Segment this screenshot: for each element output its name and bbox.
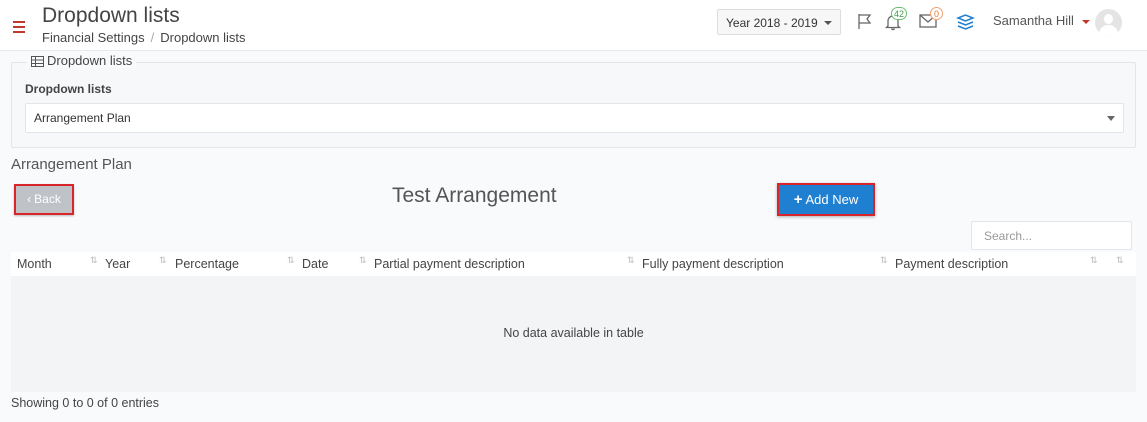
section-title: Arrangement Plan — [11, 156, 132, 173]
column-header-month[interactable]: Month — [17, 257, 52, 271]
dropdown-field-label: Dropdown lists — [25, 82, 112, 96]
dropdown-list-select[interactable]: Arrangement Plan — [25, 103, 1124, 133]
search-input[interactable] — [971, 221, 1132, 250]
sort-icon[interactable]: ⇅ — [159, 255, 166, 266]
arrangement-title: Test Arrangement — [392, 184, 557, 207]
dropdown-list-select-value: Arrangement Plan — [34, 111, 131, 125]
notifications-badge: 42 — [891, 7, 908, 20]
column-header-payment-description[interactable]: Payment description — [895, 257, 1008, 271]
sort-icon[interactable]: ⇅ — [880, 255, 887, 266]
column-header-fully-payment-description[interactable]: Fully payment description — [642, 257, 784, 271]
table-info: Showing 0 to 0 of 0 entries — [11, 396, 160, 410]
chevron-down-icon — [824, 21, 832, 25]
user-avatar[interactable] — [1095, 9, 1122, 36]
column-header-percentage[interactable]: Percentage — [175, 257, 239, 271]
column-header-date[interactable]: Date — [302, 257, 328, 271]
breadcrumb: Financial Settings / Dropdown lists — [42, 30, 246, 45]
add-new-button[interactable]: + Add New — [777, 183, 875, 216]
messages-badge: 0 — [930, 7, 943, 20]
breadcrumb-separator: / — [150, 30, 155, 45]
chevron-left-icon: ‹ — [27, 192, 32, 206]
avatar-body — [1099, 25, 1118, 36]
breadcrumb-item-dropdown-lists: Dropdown lists — [160, 30, 246, 45]
layers-icon[interactable] — [956, 12, 975, 31]
column-header-partial-payment-description[interactable]: Partial payment description — [374, 257, 525, 271]
sort-icon[interactable]: ⇅ — [627, 255, 634, 266]
sort-icon[interactable]: ⇅ — [359, 255, 366, 266]
caret-down-icon — [1107, 116, 1115, 121]
hamburger-icon[interactable] — [13, 21, 25, 36]
avatar-head — [1104, 14, 1113, 24]
panel-legend-label: Dropdown lists — [47, 53, 133, 68]
page-title: Dropdown lists — [42, 4, 180, 27]
empty-table-message: No data available in table — [503, 326, 644, 340]
year-select[interactable]: Year 2018 - 2019 — [717, 9, 841, 35]
year-select-value: Year 2018 - 2019 — [726, 16, 818, 30]
user-name[interactable]: Samantha Hill — [993, 13, 1074, 28]
back-button-label: Back — [34, 192, 61, 206]
sort-icon[interactable]: ⇅ — [287, 255, 294, 266]
back-button[interactable]: ‹ Back — [14, 184, 74, 215]
plus-icon: + — [793, 191, 803, 208]
chevron-down-icon[interactable] — [1082, 20, 1090, 24]
panel-legend: Dropdown lists — [27, 53, 137, 68]
add-new-button-label: Add New — [805, 192, 859, 207]
table-icon — [31, 56, 44, 67]
sort-icon[interactable]: ⇅ — [1116, 255, 1123, 266]
sort-icon[interactable]: ⇅ — [1090, 255, 1097, 266]
sort-icon[interactable]: ⇅ — [90, 255, 97, 266]
breadcrumb-item-financial-settings[interactable]: Financial Settings — [42, 30, 145, 45]
flag-icon[interactable] — [857, 13, 873, 30]
column-header-year[interactable]: Year — [105, 257, 130, 271]
